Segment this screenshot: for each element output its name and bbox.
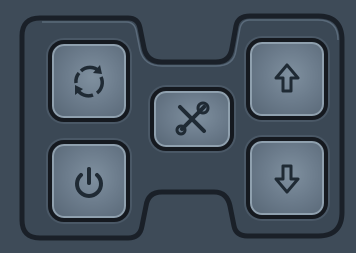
refresh-button[interactable] <box>48 40 130 122</box>
keypad-panel <box>0 0 356 253</box>
arrow-down-icon <box>274 164 300 194</box>
power-button[interactable] <box>48 140 130 222</box>
tools-button[interactable] <box>150 87 234 151</box>
power-icon <box>75 167 103 198</box>
tools-icon <box>175 101 210 136</box>
arrow-up-button[interactable] <box>246 38 328 120</box>
refresh-icon <box>74 65 104 98</box>
arrow-up-icon <box>274 63 300 93</box>
arrow-down-button[interactable] <box>246 137 328 219</box>
